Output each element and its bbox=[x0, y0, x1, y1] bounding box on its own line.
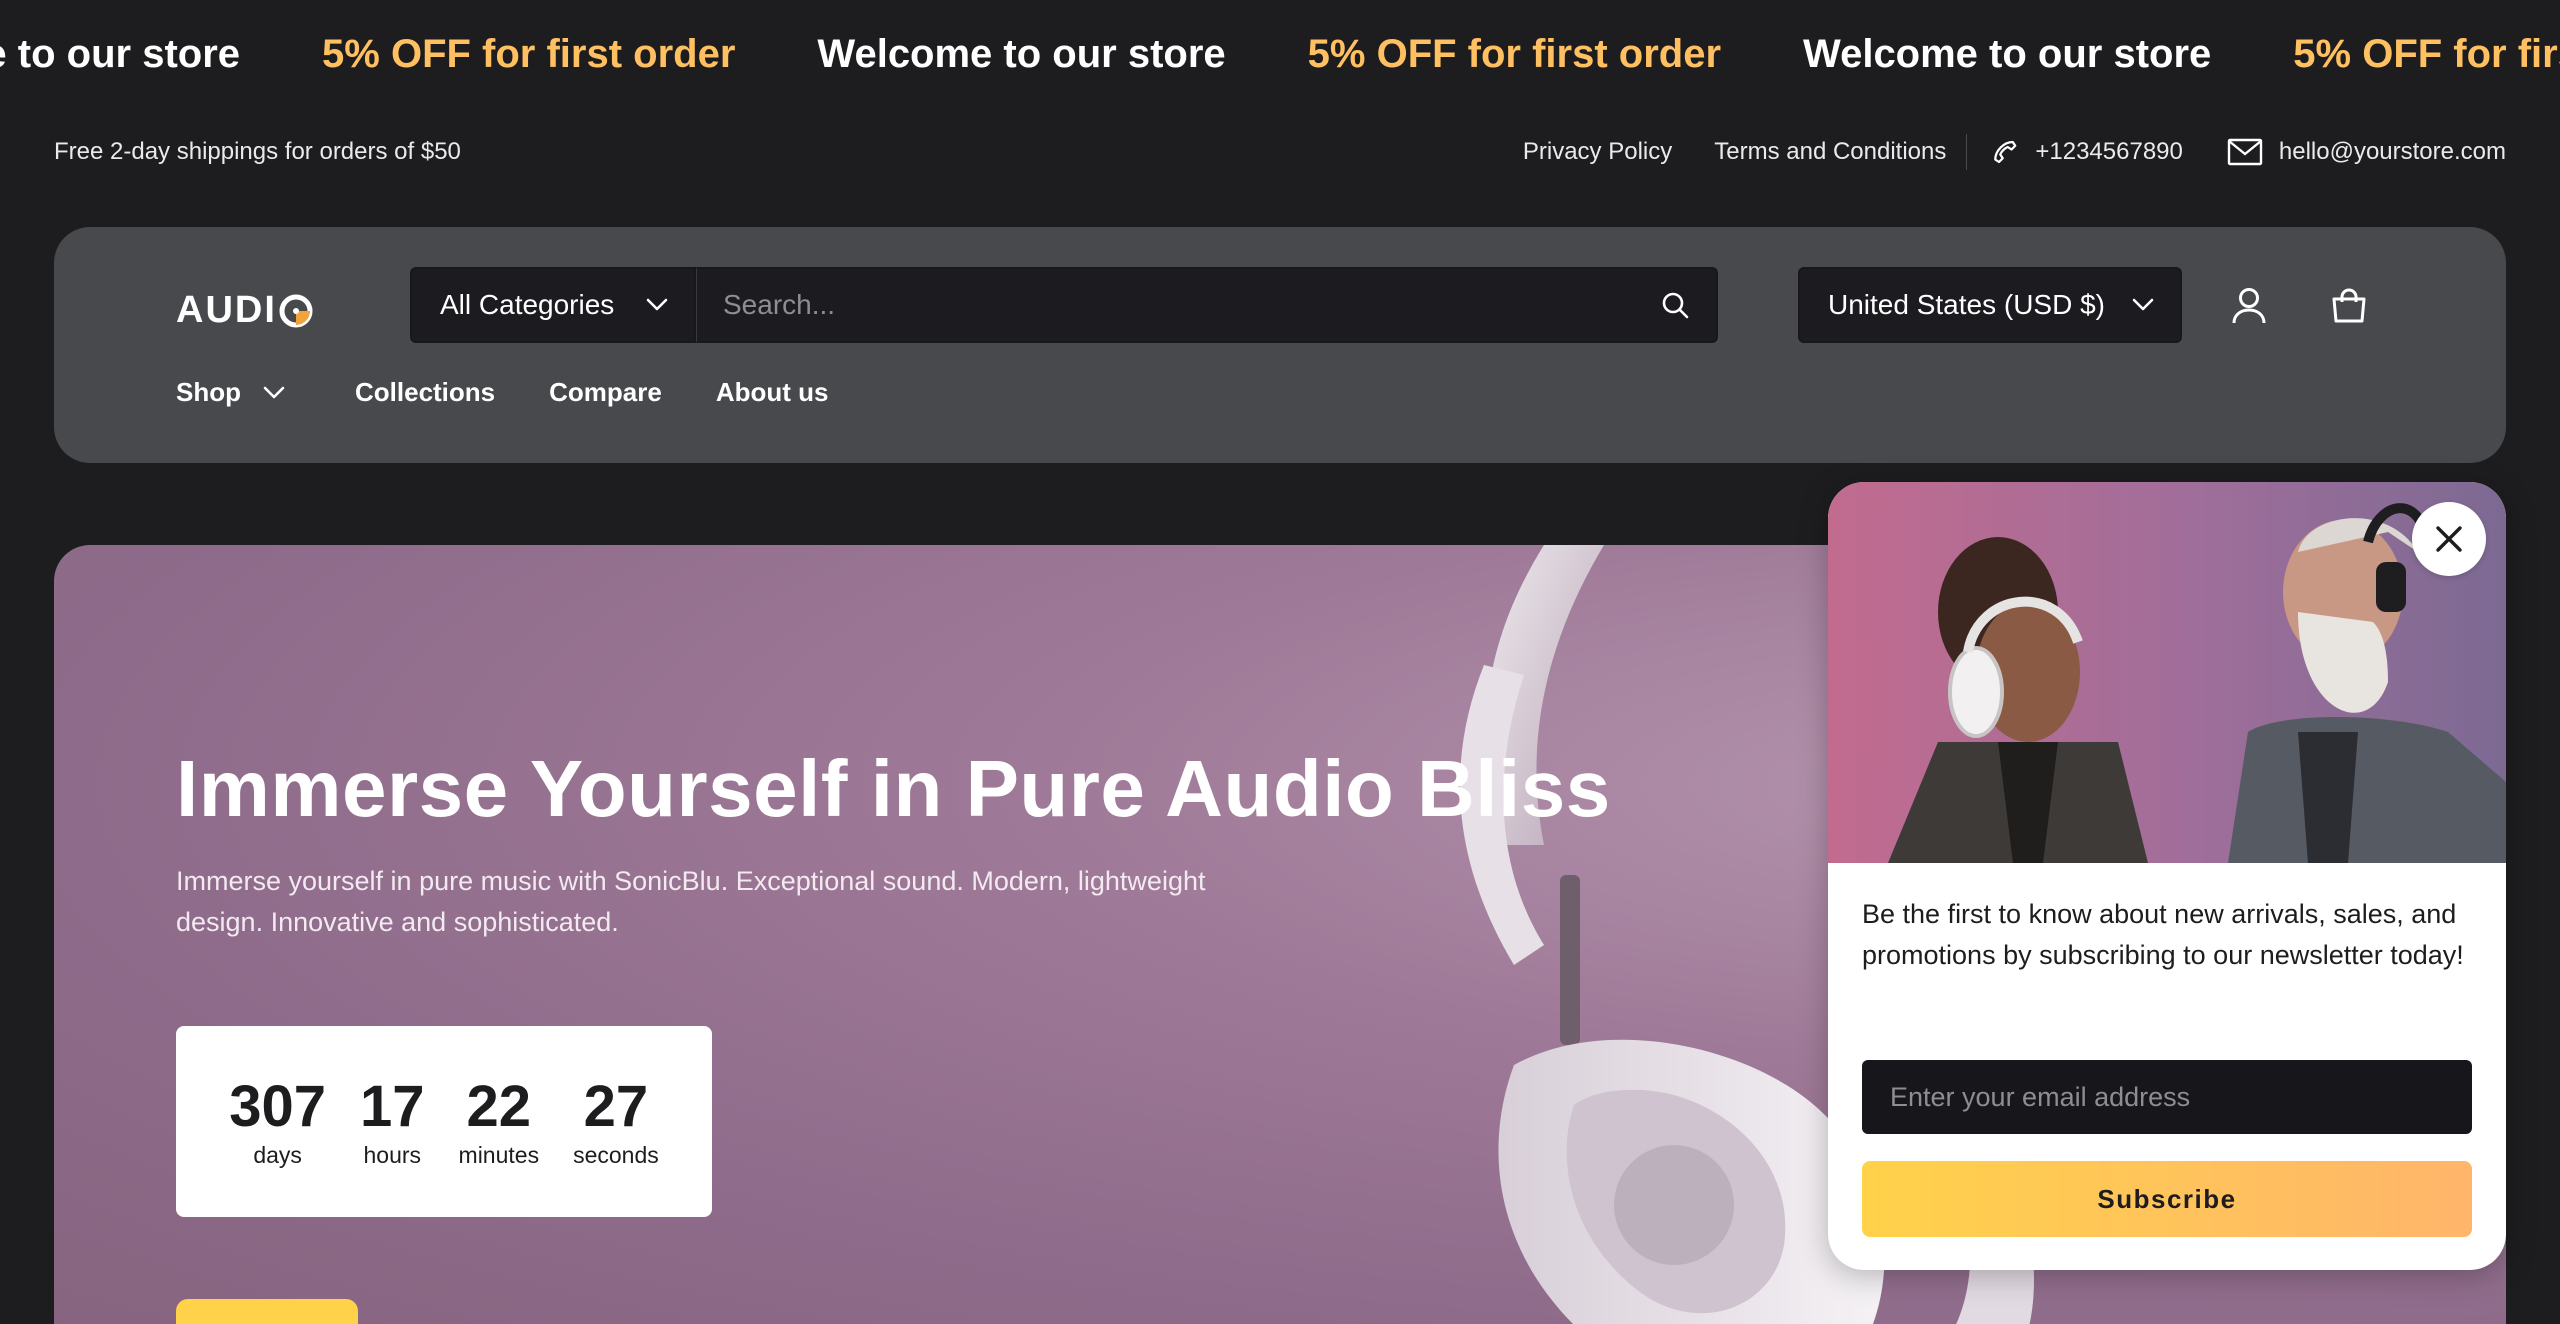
countdown-hours: 17 hours bbox=[360, 1074, 425, 1170]
marquee-item: ne to our store bbox=[0, 32, 241, 76]
phone-number: +1234567890 bbox=[2035, 138, 2183, 165]
phone-contact[interactable]: +1234567890 bbox=[1989, 137, 2183, 167]
user-icon[interactable] bbox=[2226, 283, 2272, 329]
chevron-down-icon bbox=[646, 298, 668, 312]
close-icon bbox=[2435, 525, 2463, 553]
countdown-minutes: 22 minutes bbox=[459, 1074, 540, 1170]
shipping-notice: Free 2-day shippings for orders of $50 bbox=[54, 138, 461, 165]
announcement-marquee: ne to our store 5% OFF for first order Wel… bbox=[0, 0, 2560, 108]
hero-subtitle: Immerse yourself in pure music with Soni… bbox=[176, 866, 1206, 937]
newsletter-text: Be the first to know about new arrivals,… bbox=[1862, 899, 2464, 970]
shopping-bag-icon[interactable] bbox=[2326, 283, 2372, 329]
hero-cta-button[interactable] bbox=[176, 1299, 358, 1324]
category-select-label: All Categories bbox=[440, 289, 615, 320]
close-popup-button[interactable] bbox=[2412, 502, 2486, 576]
countdown-seconds: 27 seconds bbox=[573, 1074, 659, 1170]
currency-select[interactable]: United States (USD $) bbox=[1798, 267, 2182, 343]
countdown-hours-value: 17 bbox=[360, 1073, 425, 1139]
countdown-seconds-value: 27 bbox=[583, 1073, 649, 1139]
newsletter-popup: Be the first to know about new arrivals,… bbox=[1828, 482, 2506, 1270]
countdown-seconds-label: seconds bbox=[573, 1141, 659, 1168]
countdown-timer: 307 days 17 hours 22 minutes 27 seconds bbox=[176, 1026, 712, 1217]
currency-select-label: United States (USD $) bbox=[1828, 289, 2105, 320]
email-contact[interactable]: hello@yourstore.com bbox=[2227, 138, 2506, 166]
mail-icon bbox=[2227, 138, 2263, 166]
chevron-down-icon bbox=[263, 386, 285, 400]
marquee-item: Welcome to our store bbox=[817, 32, 1226, 76]
email-address: hello@yourstore.com bbox=[2278, 138, 2506, 165]
disc-icon bbox=[279, 294, 313, 327]
top-links: Privacy Policy Terms and Conditions +123… bbox=[1523, 134, 2506, 170]
phone-icon bbox=[1989, 137, 2019, 167]
nav-about[interactable]: About us bbox=[716, 377, 829, 408]
main-header: AUDI All Categories United States (USD $… bbox=[54, 227, 2506, 463]
search-bar: All Categories bbox=[410, 267, 1718, 343]
email-input[interactable] bbox=[1890, 1081, 2444, 1113]
hero-title: Immerse Yourself in Pure Audio Bliss bbox=[176, 744, 1611, 833]
logo-text: AUDI bbox=[176, 289, 277, 331]
nav-shop-label: Shop bbox=[176, 377, 241, 407]
newsletter-image bbox=[1828, 482, 2506, 863]
subscribe-button[interactable]: Subscribe bbox=[1862, 1161, 2472, 1237]
category-select[interactable]: All Categories bbox=[410, 267, 696, 343]
main-nav: Shop Collections Compare About us bbox=[176, 377, 883, 408]
search-input[interactable] bbox=[723, 289, 1660, 321]
countdown-minutes-value: 22 bbox=[466, 1073, 532, 1139]
marquee-track: ne to our store 5% OFF for first order Wel… bbox=[0, 26, 2560, 82]
search-icon[interactable] bbox=[1660, 290, 1690, 320]
terms-link[interactable]: Terms and Conditions bbox=[1714, 138, 1946, 166]
marquee-item: 5% OFF for first orde bbox=[2293, 32, 2560, 76]
nav-shop[interactable]: Shop bbox=[176, 377, 285, 408]
marquee-item: 5% OFF for first order bbox=[322, 32, 736, 76]
privacy-policy-link[interactable]: Privacy Policy bbox=[1523, 138, 1672, 166]
nav-collections[interactable]: Collections bbox=[355, 377, 495, 408]
marquee-item: 5% OFF for first order bbox=[1307, 32, 1722, 76]
chevron-down-icon bbox=[2132, 298, 2154, 312]
top-bar: Free 2-day shippings for orders of $50 P… bbox=[54, 134, 2506, 170]
marquee-item: Welcome to our store bbox=[1803, 32, 2212, 76]
countdown-minutes-label: minutes bbox=[458, 1141, 540, 1168]
countdown-days-value: 307 bbox=[229, 1073, 327, 1139]
store-logo[interactable]: AUDI bbox=[176, 289, 313, 332]
countdown-hours-label: hours bbox=[363, 1141, 422, 1168]
divider bbox=[1966, 134, 1968, 170]
search-field bbox=[696, 267, 1718, 343]
email-field bbox=[1862, 1060, 2472, 1134]
nav-compare[interactable]: Compare bbox=[549, 377, 662, 408]
countdown-days-label: days bbox=[253, 1141, 302, 1168]
countdown-days: 307 days bbox=[229, 1074, 326, 1170]
